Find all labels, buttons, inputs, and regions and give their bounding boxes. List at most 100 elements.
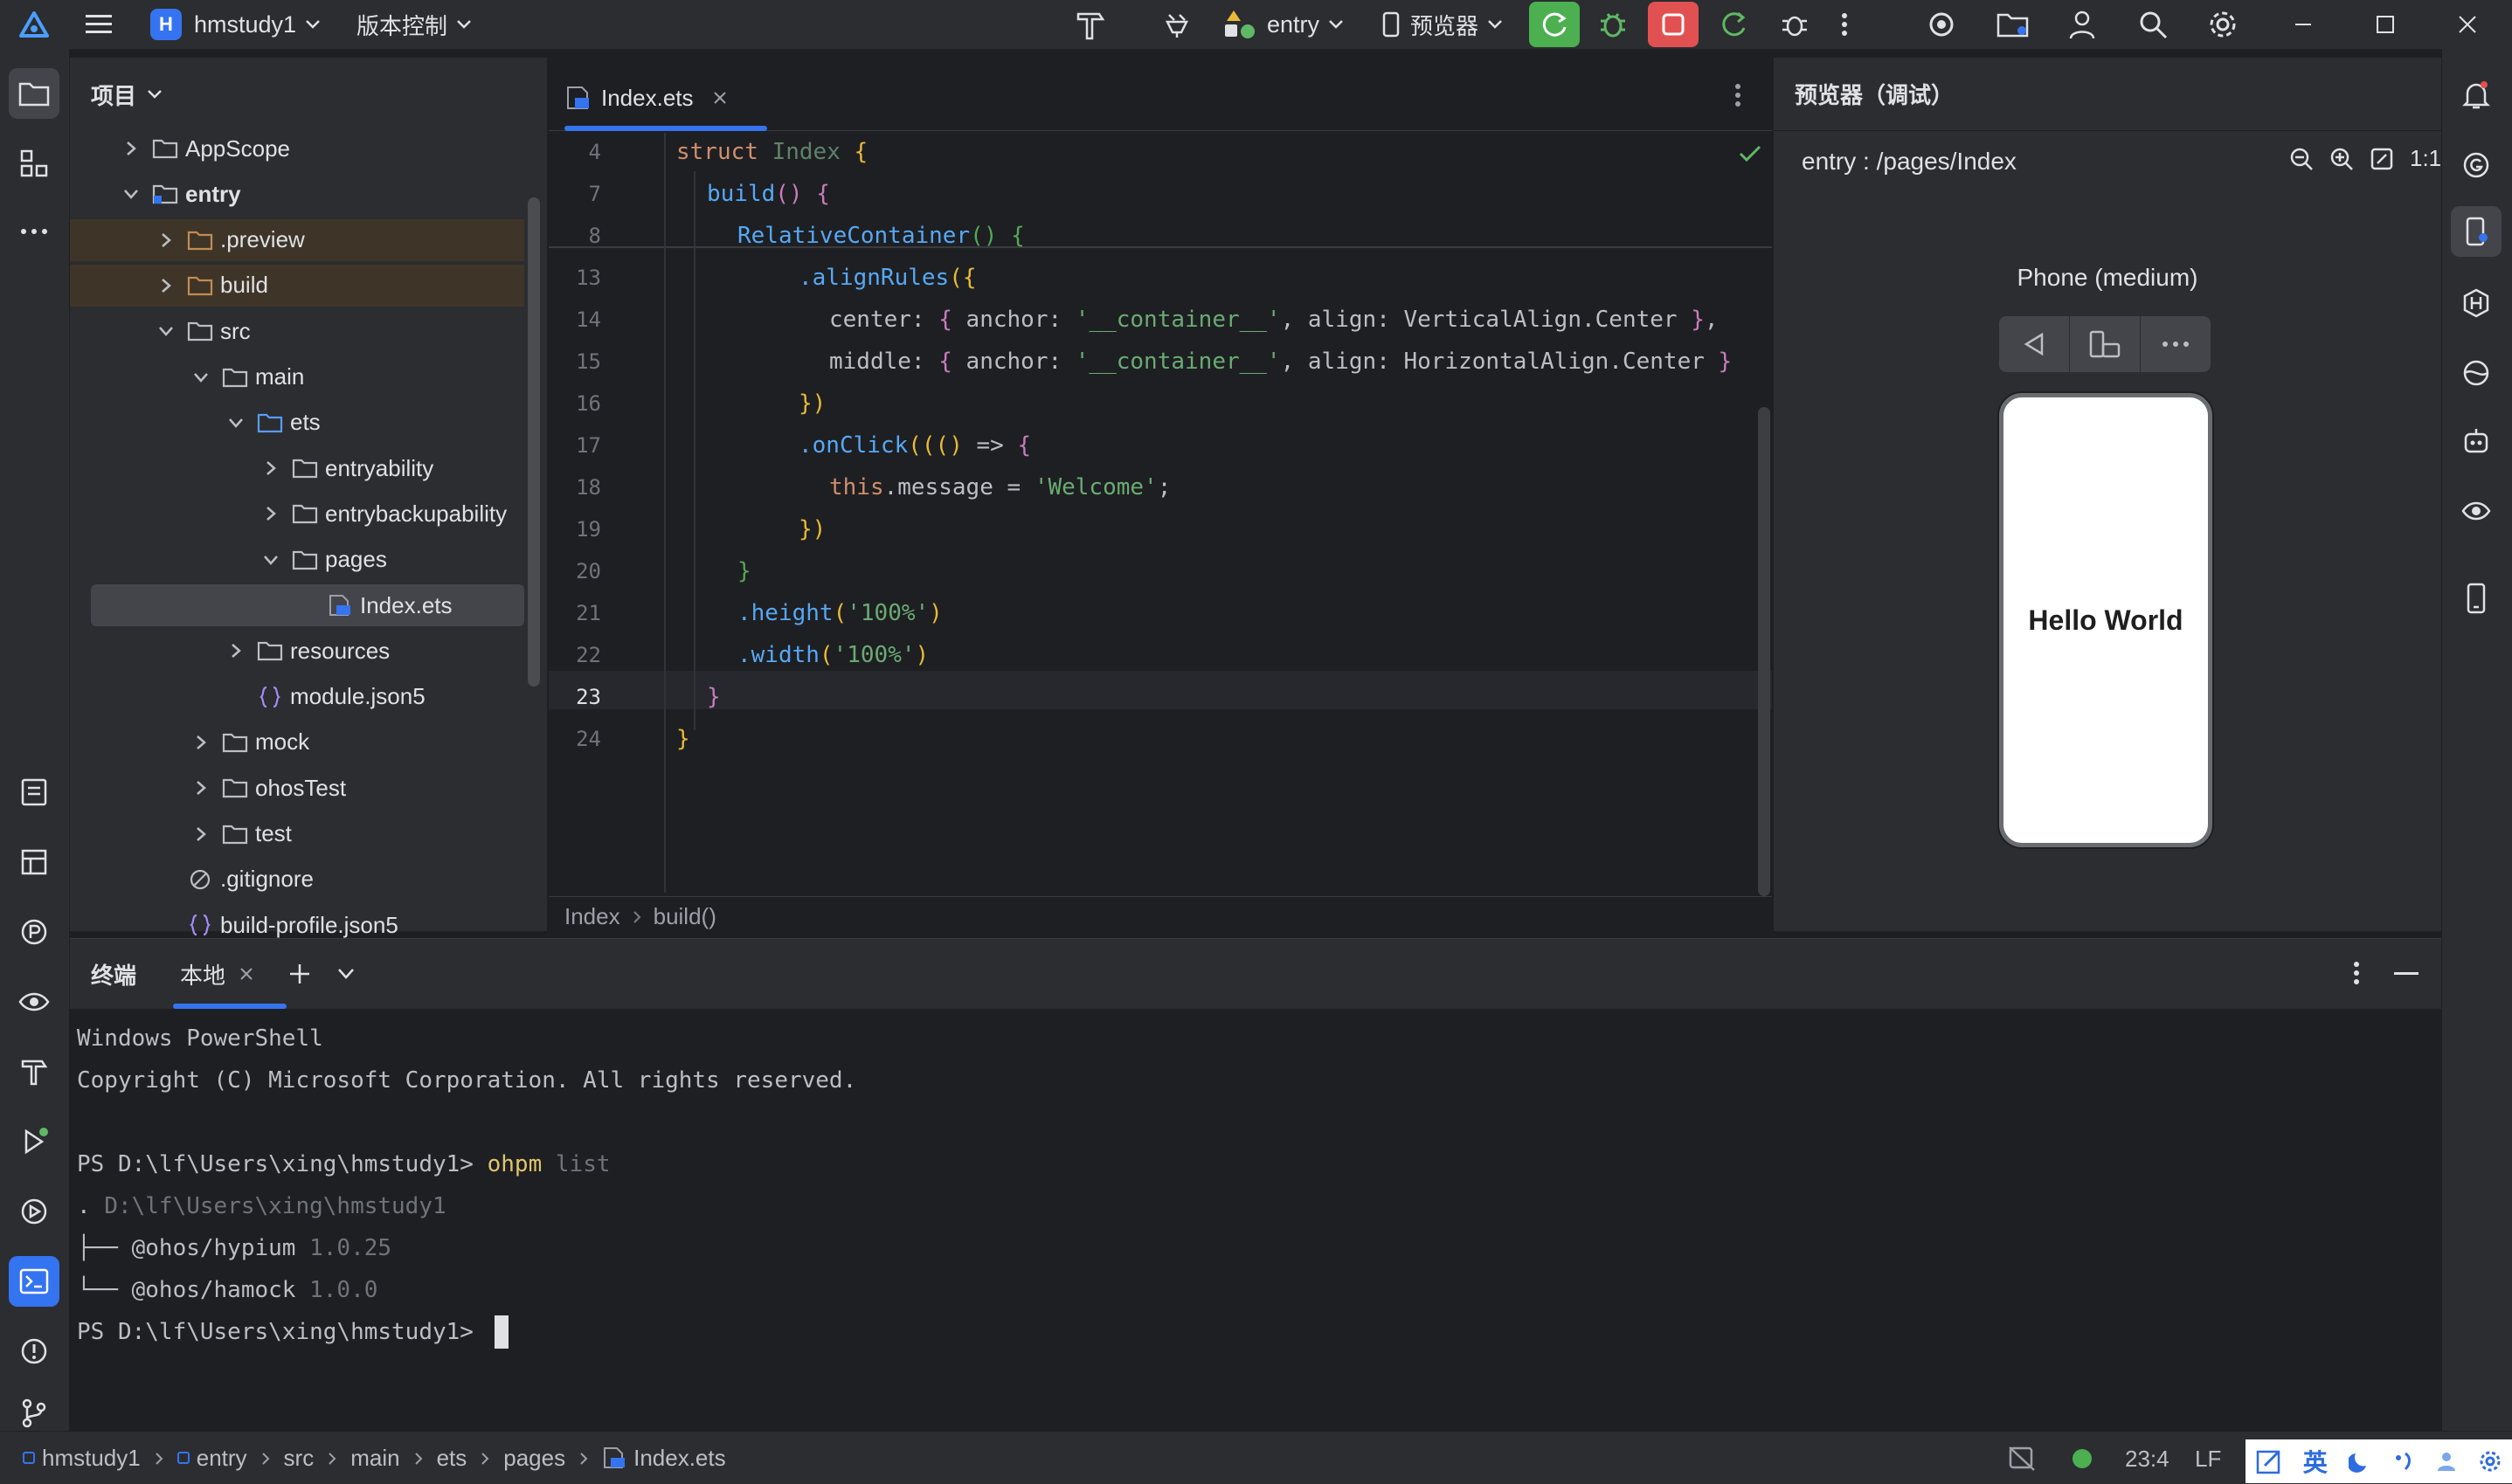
- chevron-right-icon[interactable]: [190, 732, 211, 753]
- stop-button[interactable]: [1648, 0, 1699, 49]
- breadcrumb-method[interactable]: build(): [654, 903, 716, 930]
- code-line[interactable]: 21 .height('100%'): [549, 594, 1772, 632]
- project-switcher[interactable]: H hmstudy1: [150, 0, 321, 49]
- breadcrumb-struct[interactable]: Index: [564, 903, 620, 930]
- tree-item[interactable]: ets: [70, 402, 524, 444]
- tree-item[interactable]: mock: [70, 721, 524, 763]
- terminal-tab-local[interactable]: 本地: [173, 939, 287, 1009]
- status-breadcrumb-item[interactable]: ets: [437, 1445, 467, 1472]
- services-tool-button[interactable]: [9, 1186, 59, 1237]
- code-line[interactable]: 8 RelativeContainer() {: [549, 217, 1772, 255]
- preview-hello-text[interactable]: Hello World: [2003, 397, 2208, 843]
- tree-item[interactable]: entry: [70, 173, 524, 215]
- profiler-tool-button[interactable]: [9, 907, 59, 957]
- status-breadcrumb-item[interactable]: Index.ets: [633, 1445, 726, 1472]
- editor-tab-index[interactable]: Index.ets: [564, 73, 727, 122]
- watch-tool-button[interactable]: [2451, 486, 2502, 536]
- build-tool-button[interactable]: [9, 1046, 59, 1097]
- chevron-right-icon[interactable]: [260, 503, 281, 524]
- plus-icon[interactable]: [288, 963, 311, 985]
- rerun-button[interactable]: [1529, 0, 1580, 49]
- plugin-button[interactable]: [1162, 0, 1192, 49]
- code-line[interactable]: 24}: [549, 720, 1772, 758]
- tree-item[interactable]: test: [70, 813, 524, 855]
- git-tool-button[interactable]: [9, 1396, 59, 1431]
- device-manager-button[interactable]: [1926, 0, 1957, 49]
- ime-settings-icon[interactable]: [2479, 1450, 2502, 1473]
- globe-tool-button[interactable]: [2451, 348, 2502, 398]
- device-selector[interactable]: 预览器: [1382, 0, 1503, 49]
- phone-rotate-button[interactable]: [2070, 316, 2141, 372]
- tree-item[interactable]: ohosTest: [70, 767, 524, 809]
- code-line[interactable]: 14 center: { anchor: '__container__', ali…: [549, 300, 1772, 339]
- vcs-menu[interactable]: 版本控制: [356, 0, 472, 49]
- code-line[interactable]: 16}): [549, 384, 1772, 423]
- ai-assistant-button[interactable]: [2451, 416, 2502, 466]
- ime-edit-icon[interactable]: [2256, 1448, 2282, 1474]
- status-breadcrumb-item[interactable]: entry: [197, 1445, 247, 1472]
- ime-language[interactable]: 英: [2303, 1444, 2328, 1479]
- zoom-in-icon[interactable]: [2329, 147, 2354, 171]
- chevron-down-icon[interactable]: [156, 321, 176, 342]
- main-menu-button[interactable]: [84, 0, 114, 49]
- status-ok-dot[interactable]: [2073, 1449, 2092, 1468]
- moon-icon[interactable]: [2348, 1450, 2371, 1473]
- inspector-tool-button[interactable]: [9, 977, 59, 1027]
- status-breadcrumb-item[interactable]: hmstudy1: [42, 1445, 141, 1472]
- code-line[interactable]: 19}): [549, 510, 1772, 549]
- tree-item[interactable]: entrybackupability: [70, 493, 524, 535]
- search-button[interactable]: [2137, 0, 2169, 49]
- code-line[interactable]: 23}: [549, 678, 1772, 716]
- more-tools-button[interactable]: [9, 206, 59, 257]
- chevron-down-icon[interactable]: [337, 968, 355, 980]
- status-breadcrumb-item[interactable]: pages: [503, 1445, 565, 1472]
- apply-changes-button[interactable]: [1718, 0, 1749, 49]
- structure-tool-button[interactable]: [9, 138, 59, 189]
- project-panel-header[interactable]: 项目: [70, 58, 547, 131]
- phone-more-button[interactable]: [2141, 316, 2211, 372]
- close-tab-icon[interactable]: [239, 967, 253, 981]
- chevron-right-icon[interactable]: [225, 640, 246, 661]
- chevron-right-icon[interactable]: [190, 824, 211, 845]
- close-window-button[interactable]: [2457, 0, 2478, 49]
- tree-item[interactable]: resources: [70, 630, 524, 672]
- settings-button[interactable]: [2207, 0, 2239, 49]
- editor-tabs-menu-button[interactable]: [1733, 82, 1742, 114]
- no-inspection-icon[interactable]: [2008, 1446, 2036, 1472]
- run-tool-button[interactable]: [9, 1116, 59, 1167]
- gradle-tool-button[interactable]: [2451, 140, 2502, 190]
- status-breadcrumb-item[interactable]: src: [284, 1445, 315, 1472]
- chevron-down-icon[interactable]: [225, 412, 246, 433]
- todo-tool-button[interactable]: [9, 767, 59, 818]
- more-vertical-icon[interactable]: [2352, 960, 2361, 986]
- tree-item[interactable]: entryability: [70, 447, 524, 489]
- notifications-button[interactable]: [2451, 70, 2502, 121]
- chevron-right-icon[interactable]: [156, 230, 176, 251]
- account-button[interactable]: [2067, 0, 2097, 49]
- code-line[interactable]: 4 struct Index {: [549, 133, 1772, 171]
- punctuation-icon[interactable]: [2391, 1450, 2414, 1473]
- terminal-tool-button[interactable]: [9, 1256, 59, 1307]
- debug-button[interactable]: [1597, 0, 1629, 49]
- minimize-panel-icon[interactable]: [2394, 972, 2419, 976]
- tree-item[interactable]: Index.ets: [91, 584, 524, 626]
- code-line[interactable]: 13 .alignRules({: [549, 259, 1772, 297]
- more-actions-button[interactable]: [1840, 0, 1849, 49]
- tree-item[interactable]: build: [70, 264, 524, 307]
- phone-back-button[interactable]: [1999, 316, 2070, 372]
- harmony-tool-button[interactable]: [2451, 278, 2502, 328]
- run-config-selector[interactable]: entry: [1223, 0, 1344, 49]
- tree-item[interactable]: module.json5: [70, 676, 524, 718]
- code-line[interactable]: 22 .width('100%'): [549, 636, 1772, 674]
- tree-item[interactable]: pages: [70, 539, 524, 581]
- zoom-ratio-button[interactable]: 1:1: [2410, 145, 2441, 172]
- maximize-window-button[interactable]: [2375, 0, 2396, 49]
- chevron-down-icon[interactable]: [121, 183, 142, 204]
- code-line[interactable]: 20}: [549, 552, 1772, 590]
- zoom-out-icon[interactable]: [2289, 147, 2314, 171]
- minimize-window-button[interactable]: [2293, 0, 2314, 49]
- chevron-right-icon[interactable]: [260, 458, 281, 479]
- close-tab-icon[interactable]: [713, 91, 727, 105]
- code-line[interactable]: 18 this.message = 'Welcome';: [549, 468, 1772, 507]
- ime-user-icon[interactable]: [2435, 1450, 2458, 1473]
